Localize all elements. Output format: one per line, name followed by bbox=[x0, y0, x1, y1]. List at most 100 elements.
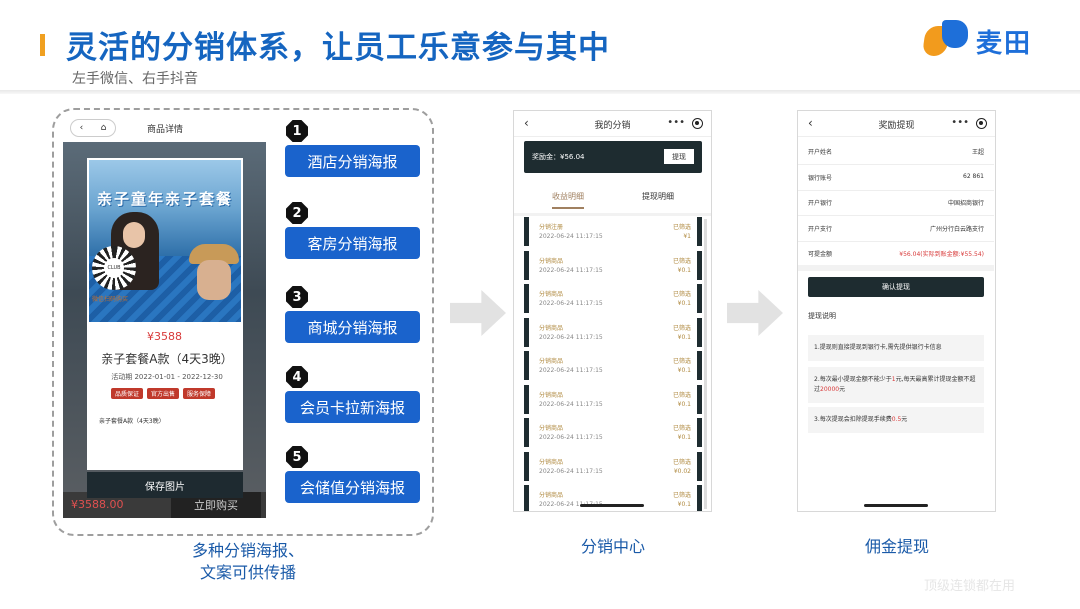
field-row: 可提金额 ¥56.04(实际到账金额:¥55.54) bbox=[798, 239, 994, 267]
field-value: 广州分行白云路支行 bbox=[929, 225, 984, 233]
room-poster-button[interactable]: 客房分销海报 bbox=[285, 227, 420, 259]
poster-product-name: 亲子套餐A款（4天3晚） bbox=[101, 352, 233, 366]
row-status: 已筛选 bbox=[672, 391, 691, 399]
withdraw-phone: ‹ 奖励提现 ••• 开户姓名 王超 银行账号 62 861 开户银行 中国招商银行 开户支… bbox=[797, 110, 996, 512]
row-amount: ¥1 bbox=[683, 233, 691, 240]
more-icon[interactable]: ••• bbox=[951, 117, 969, 128]
field-value: 王超 bbox=[971, 149, 984, 156]
mini-nav-capsule[interactable]: ‹ ⌂ bbox=[70, 119, 116, 137]
row-name: 分销商品 bbox=[539, 358, 564, 365]
brand-logo: 麦田 bbox=[921, 20, 1033, 62]
row-date: 2022-06-24 11:17:15 bbox=[539, 233, 603, 240]
watermark: 顶级连锁都在用 bbox=[924, 579, 1016, 594]
poster-date-range: 活动期 2022-01-01 - 2022-12-30 bbox=[111, 373, 223, 381]
share-poster: 亲子童年亲子套餐 ¥3588 亲子套餐A款（4天3晚） 活动期 2022-01-… bbox=[87, 158, 243, 470]
note-1: 1.提现则直接提现到银行卡,需先提供银行卡信息 bbox=[808, 335, 984, 361]
target-icon[interactable] bbox=[976, 118, 987, 129]
home-indicator bbox=[580, 504, 644, 507]
field-row: 开户姓名 王超 bbox=[798, 137, 994, 165]
row-amount: ¥0.1 bbox=[677, 367, 691, 374]
row-name: 分销商品 bbox=[539, 458, 564, 466]
tag-official: 官方出售 bbox=[147, 388, 180, 399]
tag-service: 服务保障 bbox=[183, 388, 216, 399]
withdraw-button[interactable]: 提现 bbox=[664, 149, 694, 164]
row-amount: ¥0.1 bbox=[677, 333, 691, 341]
home-icon[interactable]: ⌂ bbox=[101, 123, 107, 133]
list-item[interactable]: 分销商品 2022-06-24 11:17:15 已筛选 ¥0.1 bbox=[524, 351, 702, 380]
section-gap bbox=[798, 265, 994, 271]
list-item[interactable]: 分销商品 2022-06-24 11:17:15 已筛选 ¥0.1 bbox=[524, 284, 702, 313]
row-amount: ¥0.1 bbox=[677, 266, 691, 274]
mall-poster-button[interactable]: 商城分销海报 bbox=[285, 311, 420, 343]
note-3: 3.每次提现会扣除提现手续费0.5元 bbox=[808, 407, 984, 433]
list-item[interactable]: 分销商品 2022-06-24 11:17:15 已筛选 ¥0.1 bbox=[524, 250, 702, 280]
logo-text: 麦田 bbox=[976, 28, 1033, 59]
distribution-header: ‹ 我的分销 ••• bbox=[514, 111, 711, 137]
poster-banner: 亲子童年亲子套餐 bbox=[96, 190, 233, 208]
caption-distribution-center: 分销中心 bbox=[580, 537, 645, 556]
list-item[interactable]: 分销商品 2022-06-24 11:17:15 已筛选 ¥0.1 bbox=[524, 384, 702, 414]
balance-text: 奖励金：¥56.04 bbox=[532, 153, 585, 161]
row-name: 分销商品 bbox=[539, 324, 564, 332]
row-amount: ¥0.1 bbox=[677, 300, 691, 307]
field-value: 中国招商银行 bbox=[947, 200, 984, 207]
caption-commission-withdraw: 佣金提现 bbox=[864, 537, 929, 556]
field-label: 开户姓名 bbox=[808, 149, 833, 156]
row-name: 分销注册 bbox=[539, 224, 564, 231]
row-date: 2022-06-24 11:17:15 bbox=[539, 266, 603, 274]
row-amount: ¥0.1 bbox=[677, 434, 691, 441]
back-icon[interactable]: ‹ bbox=[80, 123, 84, 133]
row-name: 分销商品 bbox=[539, 492, 564, 499]
row-status: 已筛选 bbox=[672, 358, 691, 365]
title-accent-bar bbox=[40, 34, 45, 56]
tab-divider bbox=[514, 213, 711, 216]
save-image-button[interactable]: 保存图片 bbox=[87, 472, 243, 498]
arrow-right-icon bbox=[727, 290, 783, 336]
page-title: 灵活的分销体系，让员工乐意参与其中 bbox=[66, 30, 610, 66]
hotel-poster-button[interactable]: 酒店分销海报 bbox=[285, 145, 420, 177]
target-icon[interactable] bbox=[692, 118, 703, 129]
note-2: 2.每次最小提现金额不能少于1元,每天最高累计提现金额不超过20000元 bbox=[808, 367, 984, 403]
list-item[interactable]: 分销商品 2022-06-24 11:17:15 已筛选 ¥0.02 bbox=[524, 451, 702, 481]
poster-small-name: 亲子套餐A款（4天3晚） bbox=[99, 418, 165, 425]
distribution-phone: ‹ 我的分销 ••• 奖励金：¥56.04 提现 收益明细 提现明细 分销注册 2… bbox=[513, 110, 712, 512]
row-amount: ¥0.1 bbox=[677, 400, 691, 408]
row-status: 已筛选 bbox=[672, 224, 691, 231]
row-name: 分销商品 bbox=[539, 425, 564, 432]
row-amount: ¥0.02 bbox=[673, 467, 691, 475]
poster-tags: 品质保证 官方出售 服务保障 bbox=[111, 388, 216, 399]
row-date: 2022-06-24 11:17:15 bbox=[539, 467, 603, 475]
row-date: 2022-06-24 11:17:15 bbox=[539, 367, 603, 374]
list-item[interactable]: 分销商品 2022-06-24 11:17:15 已筛选 ¥0.1 bbox=[524, 485, 702, 511]
scrollbar[interactable] bbox=[704, 219, 707, 509]
row-date: 2022-06-24 11:17:15 bbox=[539, 300, 603, 307]
qr-core-label: CLUB bbox=[104, 258, 124, 278]
list-item[interactable]: 分销商品 2022-06-24 11:17:15 已筛选 ¥0.1 bbox=[524, 418, 702, 447]
row-name: 分销商品 bbox=[539, 391, 564, 399]
list-item[interactable]: 分销商品 2022-06-24 11:17:15 已筛选 ¥0.1 bbox=[524, 317, 702, 347]
row-status: 已筛选 bbox=[672, 291, 691, 298]
member-card-poster-button[interactable]: 会员卡拉新海报 bbox=[285, 391, 420, 423]
field-label: 开户银行 bbox=[808, 200, 833, 207]
row-date: 2022-06-24 11:17:15 bbox=[539, 333, 603, 341]
confirm-withdraw-button[interactable]: 确认提现 bbox=[808, 277, 984, 297]
poster-phone-title: 商品详情 bbox=[147, 125, 184, 135]
notes-title: 提现说明 bbox=[808, 312, 836, 320]
stored-value-poster-button[interactable]: 会储值分销海报 bbox=[285, 471, 420, 503]
tag-quality: 品质保证 bbox=[111, 388, 144, 399]
row-date: 2022-06-24 11:17:15 bbox=[539, 400, 603, 408]
logo-mark-icon bbox=[921, 20, 970, 62]
active-tab-indicator bbox=[552, 207, 584, 209]
row-amount: ¥0.1 bbox=[677, 501, 691, 508]
tab-withdrawals[interactable]: 提现明细 bbox=[642, 191, 674, 202]
field-label: 可提金额 bbox=[808, 251, 833, 258]
caption-posters: 多种分销海报、 文案可供传播 bbox=[191, 541, 304, 582]
row-status: 已筛选 bbox=[672, 425, 691, 432]
more-icon[interactable]: ••• bbox=[667, 117, 685, 128]
list-item[interactable]: 分销注册 2022-06-24 11:17:15 已筛选 ¥1 bbox=[524, 217, 702, 246]
tab-earnings[interactable]: 收益明细 bbox=[552, 191, 584, 202]
field-row: 银行账号 62 861 bbox=[798, 163, 994, 191]
header-divider bbox=[0, 90, 1080, 94]
bottom-price: ¥3588.00 bbox=[71, 498, 124, 511]
row-name: 分销商品 bbox=[539, 291, 564, 298]
